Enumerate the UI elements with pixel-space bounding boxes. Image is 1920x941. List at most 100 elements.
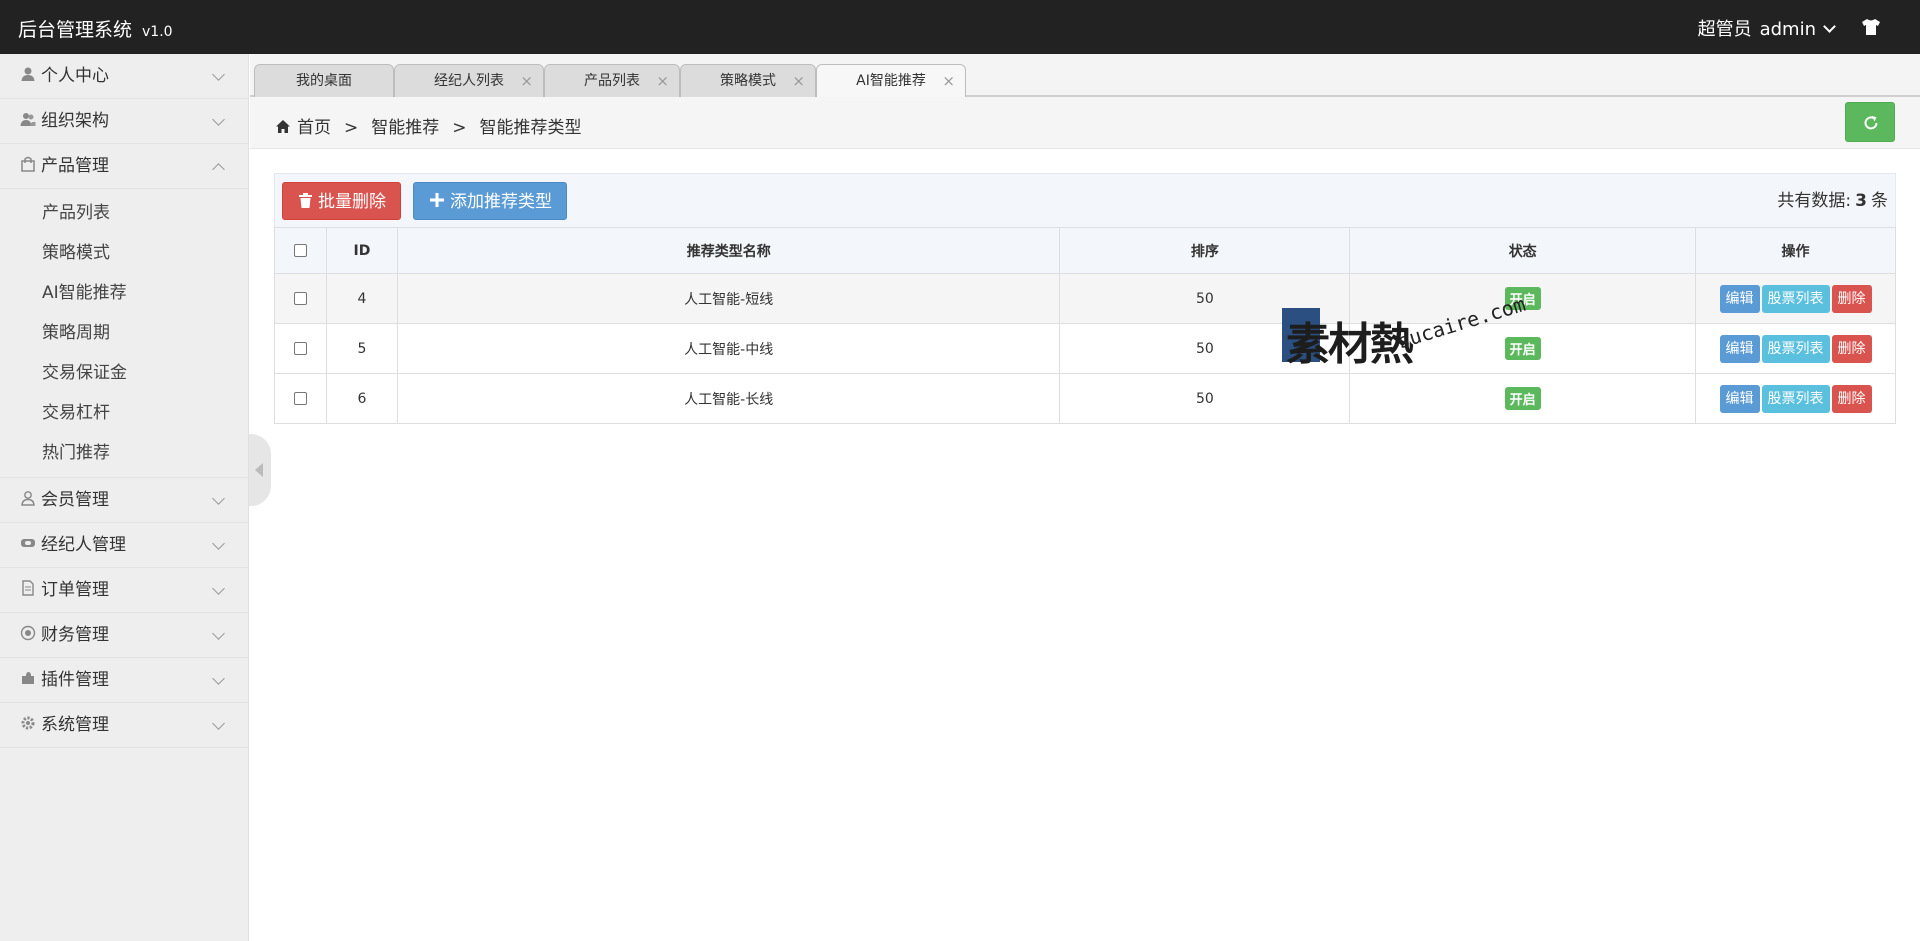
submenu-item-strategy-cycle[interactable]: 策略周期 — [0, 313, 248, 353]
stock-list-button[interactable]: 股票列表 — [1761, 334, 1830, 363]
status-badge: 开启 — [1504, 287, 1541, 310]
column-header-actions: 操作 — [1695, 227, 1896, 274]
close-icon[interactable]: × — [520, 65, 533, 97]
add-type-button[interactable]: 添加推荐类型 — [413, 182, 567, 220]
column-header-status: 状态 — [1349, 227, 1697, 274]
cell-sort: 50 — [1059, 323, 1351, 374]
cell-name: 人工智能-中线 — [396, 323, 1061, 374]
tab-label: AI智能推荐 — [856, 73, 926, 89]
sidebar-item-label: 系统管理 — [41, 715, 109, 735]
app-title: 后台管理系统 — [18, 19, 133, 41]
edit-button[interactable]: 编辑 — [1719, 284, 1760, 313]
delete-button[interactable]: 删除 — [1831, 284, 1872, 313]
close-icon[interactable]: × — [792, 65, 805, 97]
main-panel: 批量删除 添加推荐类型 共有数据:3条 ID 推荐类型名称 排序 状态 操作 — [274, 173, 1896, 424]
edit-button[interactable]: 编辑 — [1719, 334, 1760, 363]
sidebar-collapse-handle[interactable] — [249, 434, 271, 506]
tab-desktop[interactable]: 我的桌面 — [254, 64, 394, 97]
handshake-icon — [21, 539, 35, 547]
sidebar-item-system[interactable]: 系统管理 — [0, 703, 248, 748]
breadcrumb: 首页 > 智能推荐 > 智能推荐类型 — [275, 113, 582, 138]
sidebar-item-brokers[interactable]: 经纪人管理 — [0, 523, 248, 568]
sidebar-item-finance[interactable]: 财务管理 — [0, 613, 248, 658]
total-number: 3 — [1855, 191, 1867, 211]
sidebar-item-label: 个人中心 — [41, 66, 109, 86]
user-menu[interactable]: 超管员 admin — [1698, 15, 1836, 41]
app-logo[interactable]: 后台管理系统 v1.0 — [18, 15, 173, 42]
stock-list-button[interactable]: 股票列表 — [1761, 384, 1830, 413]
cell-name: 人工智能-短线 — [396, 273, 1061, 324]
gear-icon — [21, 716, 35, 730]
delete-button[interactable]: 删除 — [1831, 334, 1872, 363]
breadcrumb-level1[interactable]: 智能推荐 — [371, 118, 439, 138]
breadcrumb-home[interactable]: 首页 — [297, 118, 331, 138]
puzzle-icon — [22, 672, 34, 684]
sidebar-item-label: 经纪人管理 — [41, 535, 126, 555]
column-header-sort: 排序 — [1059, 227, 1351, 274]
sidebar-item-label: 会员管理 — [41, 490, 109, 510]
table-row: 4 人工智能-短线 50 开启 编辑 股票列表 删除 — [274, 273, 1896, 324]
chevron-down-icon — [212, 672, 225, 685]
close-icon[interactable]: × — [942, 65, 955, 97]
add-type-label: 添加推荐类型 — [450, 192, 552, 212]
sidebar-item-personal[interactable]: 个人中心 — [0, 54, 248, 99]
row-checkbox[interactable] — [293, 392, 307, 405]
chevron-down-icon — [212, 113, 225, 126]
sidebar-item-label: 组织架构 — [41, 111, 109, 131]
tab-label: 经纪人列表 — [434, 73, 504, 89]
refresh-button[interactable] — [1845, 102, 1895, 142]
stock-list-button[interactable]: 股票列表 — [1761, 284, 1830, 313]
close-icon[interactable]: × — [656, 65, 669, 97]
trash-icon — [299, 192, 312, 208]
sidebar-item-members[interactable]: 会员管理 — [0, 478, 248, 523]
submenu-item-leverage[interactable]: 交易杠杆 — [0, 393, 248, 433]
submenu-item-product-list[interactable]: 产品列表 — [0, 193, 248, 233]
select-all-cell — [274, 227, 327, 274]
tab-ai-recommend[interactable]: AI智能推荐 × — [816, 64, 966, 97]
tab-label: 我的桌面 — [296, 73, 352, 89]
row-checkbox[interactable] — [293, 292, 307, 305]
tab-broker-list[interactable]: 经纪人列表 × — [394, 64, 544, 97]
tab-product-list[interactable]: 产品列表 × — [544, 64, 680, 97]
refresh-icon — [1864, 116, 1878, 130]
table-row: 6 人工智能-长线 50 开启 编辑 股票列表 删除 — [274, 373, 1896, 424]
sidebar-item-orders[interactable]: 订单管理 — [0, 568, 248, 613]
breadcrumb-bar: 首页 > 智能推荐 > 智能推荐类型 — [250, 97, 1920, 149]
batch-delete-label: 批量删除 — [318, 192, 386, 212]
shopping-bag-icon — [21, 156, 35, 172]
table-toolbar: 批量删除 添加推荐类型 共有数据: 3 条 — [274, 173, 1896, 227]
cell-id: 4 — [325, 273, 398, 324]
select-all-checkbox[interactable] — [293, 244, 307, 257]
chevron-down-icon — [212, 627, 225, 640]
plus-icon — [430, 193, 444, 207]
sidebar-item-label: 订单管理 — [41, 580, 109, 600]
finance-icon — [20, 625, 36, 641]
home-icon — [276, 119, 290, 133]
user-name: admin — [1759, 19, 1816, 40]
submenu-item-margin[interactable]: 交易保证金 — [0, 353, 248, 393]
chevron-down-icon — [212, 582, 225, 595]
chevron-down-icon — [212, 492, 225, 505]
sidebar-item-org[interactable]: 组织架构 — [0, 99, 248, 144]
recommend-type-table: ID 推荐类型名称 排序 状态 操作 4 人工智能-短线 50 开启 编辑 股票列… — [274, 227, 1896, 424]
document-icon — [22, 580, 34, 596]
sidebar-item-label: 插件管理 — [41, 670, 109, 690]
edit-button[interactable]: 编辑 — [1719, 384, 1760, 413]
submenu-item-strategy-mode[interactable]: 策略模式 — [0, 233, 248, 273]
table-header-row: ID 推荐类型名称 排序 状态 操作 — [274, 227, 1896, 274]
submenu-item-ai-recommend[interactable]: AI智能推荐 — [0, 273, 248, 313]
delete-button[interactable]: 删除 — [1831, 384, 1872, 413]
users-icon — [20, 113, 36, 126]
tshirt-icon[interactable] — [1860, 16, 1882, 38]
tab-label: 产品列表 — [584, 73, 640, 89]
tab-strategy-mode[interactable]: 策略模式 × — [680, 64, 816, 97]
total-suffix: 条 — [1871, 191, 1888, 211]
sidebar-item-plugins[interactable]: 插件管理 — [0, 658, 248, 703]
cell-sort: 50 — [1059, 373, 1351, 424]
submenu-item-hot[interactable]: 热门推荐 — [0, 433, 248, 473]
row-checkbox[interactable] — [293, 342, 307, 355]
sidebar-item-product[interactable]: 产品管理 — [0, 144, 248, 189]
column-header-id: ID — [325, 227, 398, 274]
batch-delete-button[interactable]: 批量删除 — [282, 182, 401, 220]
sidebar-item-label: 财务管理 — [41, 625, 109, 645]
